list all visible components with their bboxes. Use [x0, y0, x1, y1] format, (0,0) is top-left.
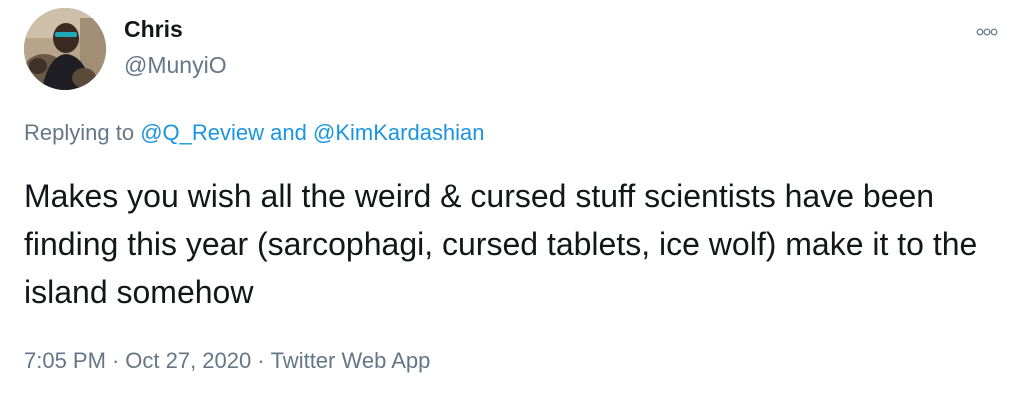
mention-conjunction[interactable]: and	[270, 120, 307, 145]
tweet-date[interactable]: Oct 27, 2020	[125, 348, 251, 373]
profile-photo-icon	[24, 8, 106, 90]
tweet-card: Chris @MunyiO Replying to @Q_Review and …	[0, 0, 1024, 401]
meta-separator: ·	[111, 348, 120, 373]
tweet-text: Makes you wish all the weird & cursed st…	[24, 178, 978, 310]
mention-link-kim-kardashian[interactable]: @KimKardashian	[313, 120, 485, 145]
tweet-source[interactable]: Twitter Web App	[271, 348, 431, 373]
display-name[interactable]: Chris	[124, 14, 227, 44]
author-block: Chris @MunyiO	[124, 14, 227, 80]
more-options-icon[interactable]	[976, 24, 998, 36]
reply-context: Replying to @Q_Review and @KimKardashian	[24, 118, 485, 148]
avatar[interactable]	[24, 8, 106, 90]
tweet-time[interactable]: 7:05 PM	[24, 348, 106, 373]
reply-prefix: Replying to	[24, 120, 135, 145]
user-handle[interactable]: @MunyiO	[124, 50, 227, 80]
tweet-meta: 7:05 PM · Oct 27, 2020 · Twitter Web App	[24, 346, 430, 376]
mention-link-q-review[interactable]: @Q_Review	[140, 120, 264, 145]
meta-separator: ·	[257, 348, 265, 373]
